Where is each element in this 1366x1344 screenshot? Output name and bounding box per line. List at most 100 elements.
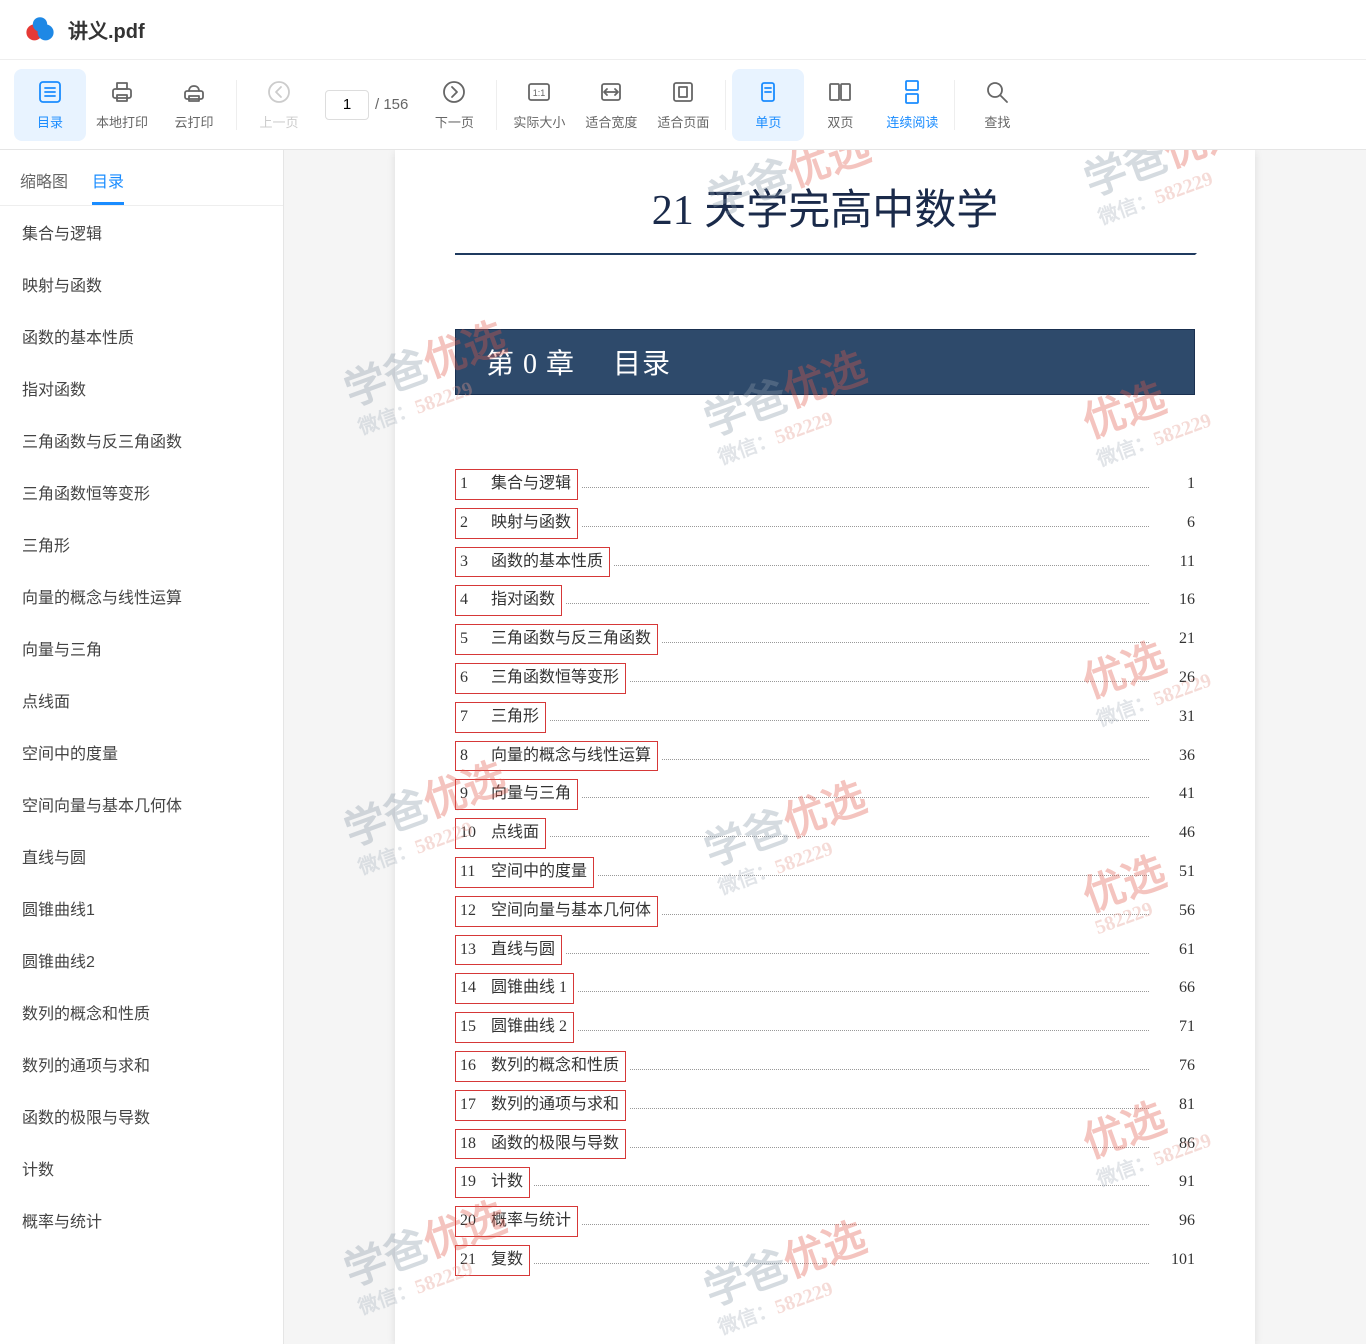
toc-entry[interactable]: 18函数的极限与导数86 [455,1125,1195,1164]
sidebar-item[interactable]: 三角函数与反三角函数 [0,414,283,466]
toc-entry[interactable]: 15圆锥曲线 271 [455,1008,1195,1047]
search-icon [983,78,1011,106]
toolbar-catalog-button[interactable]: 目录 [14,69,86,141]
toc-page: 51 [1155,858,1195,887]
sidebar-item[interactable]: 数列的概念和性质 [0,986,283,1038]
toc-page: 91 [1155,1168,1195,1197]
sidebar-item[interactable]: 三角形 [0,518,283,570]
toolbar-fit-width-button[interactable]: 适合宽度 [575,69,647,141]
toolbar-divider [236,80,237,130]
double-page-icon [826,78,854,106]
toc-entry[interactable]: 20概率与统计96 [455,1202,1195,1241]
toolbar-next-page-button[interactable]: 下一页 [418,69,490,141]
toc-entry[interactable]: 11空间中的度量51 [455,853,1195,892]
toc-entry[interactable]: 16数列的概念和性质 76 [455,1047,1195,1086]
sidebar-tabs: 缩略图 目录 [0,150,283,206]
toc-entry[interactable]: 9向量与三角41 [455,775,1195,814]
toc-number: 20 [455,1206,485,1237]
toc-number: 18 [455,1129,485,1160]
toc-leader-icon [566,953,1149,954]
toc-title: 三角函数与反三角函数 [485,624,658,655]
toolbar-find-button[interactable]: 查找 [961,69,1033,141]
toc-entry[interactable]: 3函数的基本性质11 [455,543,1195,582]
toolbar-continuous-button[interactable]: 连续阅读 [876,69,948,141]
toc-number: 19 [455,1167,485,1198]
toc-title: 指对函数 [485,585,562,616]
toc-number: 3 [455,547,485,578]
toc-entry[interactable]: 6三角函数恒等变形26 [455,659,1195,698]
toolbar-label: 实际大小 [513,112,565,131]
sidebar-item[interactable]: 指对函数 [0,362,283,414]
toc-leader-icon [582,797,1149,798]
toolbar-divider [496,80,497,130]
toc-page: 26 [1155,664,1195,693]
sidebar-item[interactable]: 概率与统计 [0,1194,283,1246]
toolbar-prev-page-button[interactable]: 上一页 [243,69,315,141]
toc-page: 76 [1155,1052,1195,1081]
toc-entry[interactable]: 1集合与逻辑1 [455,465,1195,504]
toc-title: 向量与三角 [485,779,578,810]
toc-entry[interactable]: 2映射与函数6 [455,504,1195,543]
toolbar-fit-page-button[interactable]: 适合页面 [647,69,719,141]
toc-leader-icon [662,759,1149,760]
toc-page: 71 [1155,1013,1195,1042]
chevron-right-circle-icon [440,78,468,106]
toc-entry[interactable]: 19计数91 [455,1163,1195,1202]
toc-title: 数列的概念和性质 [485,1051,626,1082]
toolbar-single-page-button[interactable]: 单页 [732,69,804,141]
page-indicator: / 156 [325,90,408,120]
sidebar-item[interactable]: 集合与逻辑 [0,206,283,258]
toc-page: 16 [1155,586,1195,615]
sidebar-item[interactable]: 空间向量与基本几何体 [0,778,283,830]
toc-leader-icon [550,836,1149,837]
main: 缩略图 目录 集合与逻辑 映射与函数 函数的基本性质 指对函数 三角函数与反三角… [0,150,1366,1344]
sidebar-item[interactable]: 函数的极限与导数 [0,1090,283,1142]
sidebar-item[interactable]: 向量与三角 [0,622,283,674]
sidebar-item[interactable]: 三角函数恒等变形 [0,466,283,518]
sidebar-item[interactable]: 计数 [0,1142,283,1194]
toc-leader-icon [578,991,1149,992]
sidebar-item[interactable]: 空间中的度量 [0,726,283,778]
toc-number: 13 [455,935,485,966]
toc-entry[interactable]: 10点线面46 [455,814,1195,853]
toc-leader-icon [598,875,1149,876]
toc-title: 数列的通项与求和 [485,1090,626,1121]
toolbar-cloud-print-button[interactable]: 云打印 [158,69,230,141]
toc-page: 81 [1155,1091,1195,1120]
toc-entry[interactable]: 7三角形31 [455,698,1195,737]
pdf-page: 21 天学完高中数学 第 0 章目录 1集合与逻辑1 2映射与函数6 3函数的基… [395,150,1255,1344]
toc-page: 46 [1155,819,1195,848]
sidebar-outline-list[interactable]: 集合与逻辑 映射与函数 函数的基本性质 指对函数 三角函数与反三角函数 三角函数… [0,206,283,1344]
sidebar-item[interactable]: 直线与圆 [0,830,283,882]
sidebar-item[interactable]: 圆锥曲线2 [0,934,283,986]
toolbar-actual-size-button[interactable]: 1:1 实际大小 [503,69,575,141]
toolbar-divider [954,80,955,130]
toc-entry[interactable]: 5三角函数与反三角函数21 [455,620,1195,659]
toc-entry[interactable]: 8向量的概念与线性运算36 [455,737,1195,776]
toc-entry[interactable]: 14圆锥曲线 166 [455,969,1195,1008]
sidebar-item[interactable]: 向量的概念与线性运算 [0,570,283,622]
catalog-icon [36,78,64,106]
page-number-input[interactable] [325,90,369,120]
sidebar-item[interactable]: 函数的基本性质 [0,310,283,362]
toc-entry[interactable]: 12空间向量与基本几何体56 [455,892,1195,931]
toc-entry[interactable]: 21复数101 [455,1241,1195,1280]
toc-number: 4 [455,585,485,616]
toc-leader-icon [534,1185,1149,1186]
toc-entry[interactable]: 13直线与圆61 [455,931,1195,970]
toc-number: 16 [455,1051,485,1082]
toc-title: 三角形 [485,702,546,733]
sidebar-tab-toc[interactable]: 目录 [92,162,124,205]
toolbar-double-page-button[interactable]: 双页 [804,69,876,141]
toc-entry[interactable]: 17数列的通项与求和81 [455,1086,1195,1125]
toolbar-local-print-button[interactable]: 本地打印 [86,69,158,141]
sidebar-item[interactable]: 数列的通项与求和 [0,1038,283,1090]
sidebar-tab-thumbnails[interactable]: 缩略图 [20,162,68,205]
chapter-heading: 第 0 章目录 [455,329,1195,395]
content-viewport[interactable]: 微信：582229 学爸优选微信：582229 学爸优选 学爸优选微信：5822… [284,150,1366,1344]
toc-title: 向量的概念与线性运算 [485,741,658,772]
toc-entry[interactable]: 4指对函数 16 [455,581,1195,620]
sidebar-item[interactable]: 圆锥曲线1 [0,882,283,934]
sidebar-item[interactable]: 点线面 [0,674,283,726]
sidebar-item[interactable]: 映射与函数 [0,258,283,310]
